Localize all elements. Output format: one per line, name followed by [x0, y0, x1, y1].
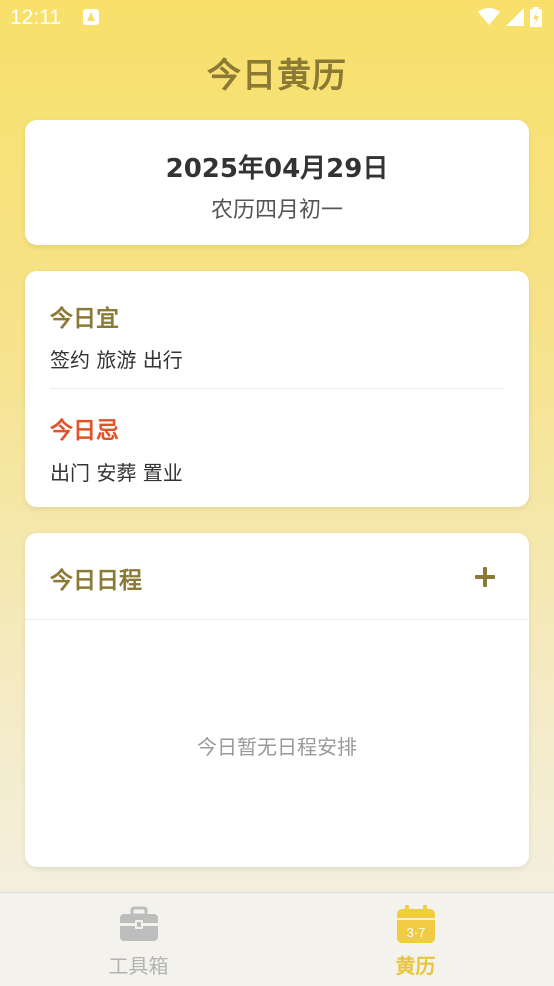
lunar-date: 农历四月初一	[210, 198, 343, 223]
schedule-card: 今日日程 今日暂无日程安排	[25, 533, 529, 867]
yi-title: 今日宜	[50, 306, 119, 332]
almanac-card: 今日宜 签约 旅游 出行 今日忌 出门 安葬 置业	[25, 271, 529, 507]
status-icons	[478, 7, 542, 27]
schedule-title: 今日日程	[50, 568, 142, 594]
page-title: 今日黄历	[207, 56, 347, 96]
battery-icon	[530, 7, 542, 27]
status-bar: 12:11	[0, 0, 554, 38]
tab-calendar[interactable]: 3·7 黄历	[277, 893, 554, 986]
tab-toolbox[interactable]: 工具箱	[0, 893, 277, 986]
tab-calendar-label: 黄历	[395, 954, 436, 978]
toolbox-icon	[120, 906, 158, 941]
schedule-empty-text: 今日暂无日程安排	[197, 735, 357, 759]
plus-icon	[471, 563, 499, 591]
yi-items: 签约 旅游 出行	[50, 348, 183, 372]
bottom-nav: 工具箱 3·7 黄历	[0, 892, 554, 986]
signal-icon	[506, 8, 524, 26]
solar-date: 2025年04月29日	[165, 154, 389, 184]
calendar-icon: 3·7	[397, 905, 435, 943]
calendar-icon-text: 3·7	[407, 925, 426, 940]
ji-title: 今日忌	[50, 418, 119, 444]
status-time: 12:11	[10, 6, 61, 29]
divider	[25, 619, 529, 620]
add-schedule-button[interactable]	[471, 563, 499, 591]
divider	[50, 388, 504, 389]
date-card: 2025年04月29日 农历四月初一	[25, 120, 529, 245]
wifi-icon	[478, 8, 500, 25]
notification-a-icon	[83, 9, 99, 25]
tab-toolbox-label: 工具箱	[108, 954, 169, 978]
ji-items: 出门 安葬 置业	[50, 461, 183, 485]
